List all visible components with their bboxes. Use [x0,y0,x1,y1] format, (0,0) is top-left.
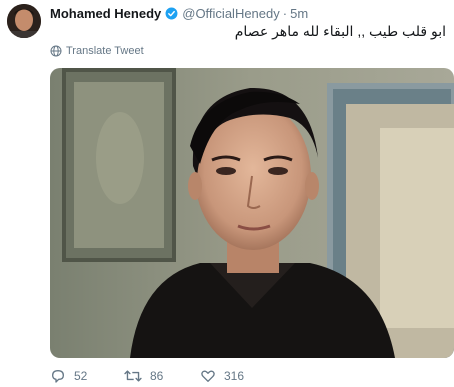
like-button[interactable]: 316 [200,368,244,384]
separator-dot: · [282,5,288,21]
translate-label: Translate Tweet [66,45,144,57]
retweet-count: 86 [150,369,164,383]
retweet-button[interactable]: 86 [124,368,170,384]
globe-icon [50,45,62,57]
reply-count: 52 [74,369,88,383]
retweet-icon [124,370,142,382]
like-count: 316 [224,369,245,383]
translate-tweet-link[interactable]: Translate Tweet [50,45,144,57]
verified-badge-icon [165,7,178,20]
tweet-actions: 52 86 316 [50,368,274,384]
portrait-photo [50,68,454,358]
avatar[interactable] [7,4,41,38]
avatar-image [7,4,41,38]
display-name[interactable]: Mohamed Henedy [50,6,161,21]
tweet-timestamp[interactable]: 5m [290,6,308,21]
tweet-header: Mohamed Henedy @OfficialHenedy · 5m [50,4,308,22]
user-handle[interactable]: @OfficialHenedy [182,6,280,21]
heart-icon [201,370,215,382]
reply-icon [52,370,64,383]
reply-button[interactable]: 52 [50,368,94,384]
tweet-text: ابو قلب طيب ,, البقاء لله ماهر عصام [234,23,446,39]
tweet-photo[interactable] [50,68,454,358]
